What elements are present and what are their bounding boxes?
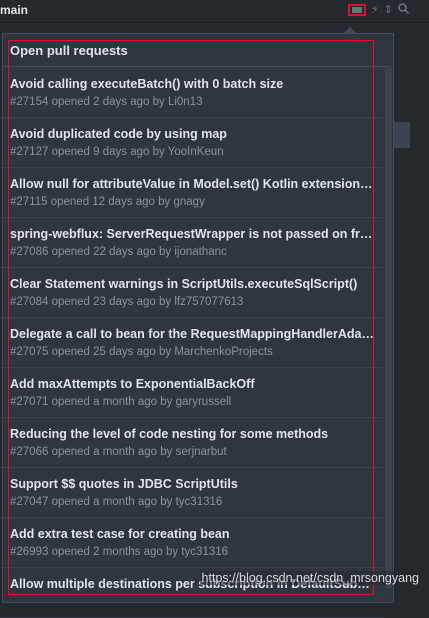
- pr-title: Support $$ quotes in JDBC ScriptUtils: [10, 477, 238, 491]
- pr-title: Clear Statement warnings in ScriptUtils.…: [10, 277, 358, 291]
- pr-title: Avoid duplicated code by using map: [10, 127, 227, 141]
- divider: [3, 66, 390, 67]
- pr-meta: #27047 opened a month ago by tyc31316: [10, 496, 223, 508]
- pr-meta: #27071 opened a month ago by garyrussell: [10, 396, 232, 408]
- pr-title: Avoid calling executeBatch() with 0 batc…: [10, 77, 284, 91]
- background-panel: [394, 122, 410, 148]
- pr-title: Add extra test case for creating bean: [10, 527, 230, 541]
- pr-title: Reducing the level of code nesting for s…: [10, 427, 329, 441]
- list-item[interactable]: Avoid calling executeBatch() with 0 batc…: [0, 68, 384, 118]
- lightning-icon[interactable]: ⚡: [371, 4, 379, 16]
- list-item[interactable]: Reducing the level of code nesting for s…: [0, 418, 384, 468]
- pr-title: Add maxAttempts to ExponentialBackOff: [10, 377, 255, 391]
- pr-meta: #27115 opened 12 days ago by gnagy: [10, 196, 205, 208]
- sort-icon[interactable]: ⇕: [384, 4, 393, 16]
- list-item[interactable]: Clear Statement warnings in ScriptUtils.…: [0, 268, 384, 318]
- pr-meta: #27084 opened 23 days ago by lfz75707761…: [10, 296, 244, 308]
- list-item[interactable]: spring-webflux: ServerRequestWrapper is …: [0, 218, 384, 268]
- scrollbar[interactable]: [385, 68, 392, 588]
- pr-title: spring-webflux: ServerRequestWrapper is …: [10, 227, 374, 241]
- pr-title: Delegate a call to bean for the RequestM…: [10, 327, 374, 341]
- list-item[interactable]: Add extra test case for creating bean #2…: [0, 518, 384, 568]
- search-icon[interactable]: [398, 3, 410, 17]
- list-item[interactable]: Delegate a call to bean for the RequestM…: [0, 318, 384, 368]
- pr-meta: #27075 opened 25 days ago by MarchenkoPr…: [10, 346, 273, 358]
- pr-meta: #26993 opened 2 months ago by tyc31316: [10, 546, 229, 558]
- list-item[interactable]: Avoid duplicated code by using map #2712…: [0, 118, 384, 168]
- pr-meta: #27127 opened 9 days ago by YooInKeun: [10, 146, 224, 158]
- pr-meta: #27066 opened a month ago by serjnarbut: [10, 446, 227, 458]
- list-item[interactable]: Support $$ quotes in JDBC ScriptUtils #2…: [0, 468, 384, 518]
- pr-meta: #27086 opened 22 days ago by ijonathanc: [10, 246, 227, 258]
- toolbar-icons: ⚡ ⇕: [348, 3, 410, 17]
- pull-request-icon[interactable]: [348, 4, 367, 16]
- pr-meta: #27154 opened 2 days ago by Li0n13: [10, 96, 203, 108]
- top-bar: main ⚡ ⇕: [0, 0, 429, 23]
- popup-header: Open pull requests: [10, 43, 128, 58]
- pull-request-list: Avoid calling executeBatch() with 0 batc…: [0, 68, 384, 618]
- list-item[interactable]: Add maxAttempts to ExponentialBackOff #2…: [0, 368, 384, 418]
- watermark: https://blog.csdn.net/csdn_mrsongyang: [199, 571, 421, 585]
- pr-title: Allow null for attributeValue in Model.s…: [10, 177, 374, 191]
- branch-name[interactable]: main: [0, 3, 28, 17]
- list-item[interactable]: Allow null for attributeValue in Model.s…: [0, 168, 384, 218]
